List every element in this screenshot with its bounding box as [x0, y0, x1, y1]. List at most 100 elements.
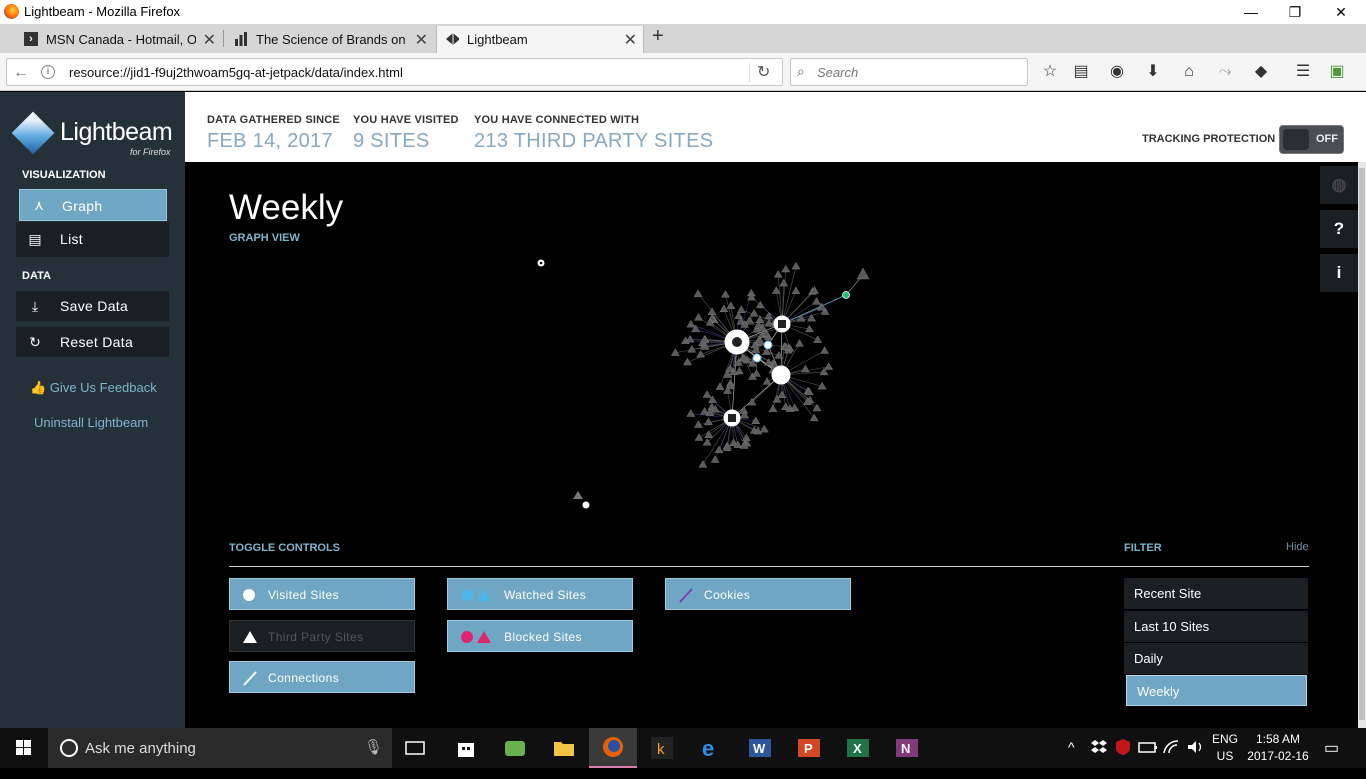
page-scrollbar[interactable]	[1358, 162, 1366, 728]
tab-msn[interactable]: › MSN Canada - Hotmail, O... ✕	[0, 26, 222, 53]
task-view-icon[interactable]	[392, 728, 440, 768]
toggle-knob	[1283, 129, 1309, 150]
home-icon[interactable]: ⌂	[1178, 62, 1200, 82]
pocket-icon[interactable]: ◉	[1106, 62, 1128, 82]
third-party-node	[792, 262, 800, 269]
share-icon[interactable]: ⤳	[1214, 62, 1236, 82]
svg-text:k: k	[657, 741, 665, 758]
toggle-third-party-sites[interactable]: Third Party Sites	[229, 620, 415, 652]
filter-recent-site[interactable]: Recent Site	[1124, 578, 1308, 609]
microphone-icon[interactable]: 🎙	[364, 738, 383, 756]
site-info-icon[interactable]: i	[41, 65, 55, 79]
help-icon[interactable]: ?	[1320, 210, 1358, 248]
feedback-label: Give Us Feedback	[50, 380, 157, 395]
logo-subtext: for Firefox	[130, 147, 171, 157]
reload-icon[interactable]: ↻	[757, 62, 770, 82]
tracking-protection-toggle[interactable]: OFF	[1279, 125, 1344, 154]
list-button[interactable]: ▤ List	[16, 222, 169, 257]
clock[interactable]: 1:58 AM 2017-02-16	[1246, 732, 1310, 772]
close-tab-icon[interactable]: ✕	[203, 30, 216, 50]
toggle-cookies[interactable]: Cookies	[665, 578, 851, 610]
filter-label: Last 10 Sites	[1134, 619, 1209, 634]
url-bar[interactable]: ← i resource://jid1-f9uj2thwoam5gq-at-je…	[6, 58, 783, 86]
new-tab-button[interactable]: +	[652, 25, 664, 48]
cloud-app-icon[interactable]	[491, 728, 539, 768]
tab-lightbeam[interactable]: Lightbeam ✕	[436, 26, 644, 53]
toggle-watched-sites[interactable]: Watched Sites	[447, 578, 633, 610]
scrollbar-thumb[interactable]	[1359, 168, 1365, 720]
toggle-blocked-sites[interactable]: Blocked Sites	[447, 620, 633, 652]
site-favicon	[728, 414, 736, 422]
volume-icon[interactable]	[1186, 739, 1206, 779]
language-indicator[interactable]: ENG US	[1212, 732, 1238, 772]
url-text[interactable]: resource://jid1-f9uj2thwoam5gq-at-jetpac…	[69, 65, 403, 80]
circle-icon	[242, 587, 256, 603]
third-party-node	[857, 268, 869, 279]
hide-link[interactable]: Hide	[1286, 541, 1309, 553]
edge-icon[interactable]: e	[688, 728, 736, 768]
back-icon[interactable]: ←	[10, 62, 32, 84]
feedback-link[interactable]: 👍 Give Us Feedback	[30, 380, 157, 396]
toggle-label: Visited Sites	[268, 588, 339, 602]
toggle-connections[interactable]: Connections	[229, 661, 415, 693]
third-party-node	[825, 363, 833, 370]
visited-site-node	[772, 366, 790, 384]
blocked-icon	[460, 629, 496, 645]
third-party-node	[782, 265, 790, 272]
dropbox-icon[interactable]	[1090, 738, 1108, 778]
line-icon	[242, 670, 258, 686]
close-tab-icon[interactable]: ✕	[624, 30, 637, 50]
kindle-icon[interactable]: k	[638, 728, 686, 768]
powerpoint-icon[interactable]: P	[785, 728, 833, 768]
visited-site-node	[753, 354, 761, 362]
save-data-button[interactable]: ⤓ Save Data	[16, 291, 169, 321]
view-title: Weekly	[229, 188, 343, 228]
firefox-taskbar-icon[interactable]	[589, 728, 637, 768]
store-icon[interactable]	[442, 728, 490, 768]
onenote-icon[interactable]: N	[883, 728, 931, 768]
excel-icon[interactable]: X	[834, 728, 882, 768]
time-text: 1:58 AM	[1246, 732, 1310, 746]
third-party-node	[699, 461, 707, 468]
wifi-icon[interactable]	[1162, 739, 1182, 779]
extension-icon[interactable]: ▣	[1326, 62, 1348, 82]
uninstall-link[interactable]: Uninstall Lightbeam	[34, 415, 148, 430]
cortana-search[interactable]: Ask me anything 🎙	[48, 728, 392, 768]
word-icon[interactable]: W	[736, 728, 784, 768]
tracking-protection-label: TRACKING PROTECTION	[1142, 133, 1275, 145]
search-box[interactable]: ⌕	[790, 58, 1028, 86]
file-explorer-icon[interactable]	[540, 728, 588, 768]
menu-icon[interactable]: ☰	[1292, 62, 1314, 82]
toggle-label: Cookies	[704, 588, 750, 602]
notifications-icon[interactable]: ▭	[1324, 738, 1339, 778]
save-label: Save Data	[60, 298, 128, 314]
star-icon[interactable]: ☆	[1039, 62, 1061, 82]
start-button[interactable]	[0, 728, 48, 768]
graph-button[interactable]: ⋏ Graph	[19, 189, 167, 221]
graph-canvas[interactable]	[185, 162, 1316, 522]
battery-icon[interactable]	[1138, 739, 1158, 779]
save-icon: ⤓	[26, 297, 44, 315]
filter-last-10-sites[interactable]: Last 10 Sites	[1124, 611, 1308, 642]
close-window-button[interactable]: ✕	[1318, 0, 1364, 24]
close-tab-icon[interactable]: ✕	[415, 30, 428, 50]
restore-button[interactable]: ❐	[1272, 0, 1318, 24]
show-hidden-icons[interactable]: ^	[1068, 739, 1075, 779]
download-icon[interactable]: ⬇	[1142, 62, 1164, 82]
since-label: DATA GATHERED SINCE	[207, 114, 340, 126]
reset-data-button[interactable]: ↻ Reset Data	[16, 327, 169, 357]
info-icon[interactable]: i	[1320, 254, 1358, 292]
cortana-text: Ask me anything	[85, 740, 196, 757]
lightbeam-toolbar-icon[interactable]: ◆	[1250, 62, 1272, 82]
toggle-visited-sites[interactable]: Visited Sites	[229, 578, 415, 610]
search-input[interactable]	[817, 63, 1017, 81]
filter-label: Daily	[1134, 651, 1163, 666]
antivirus-icon[interactable]	[1114, 738, 1132, 778]
filter-weekly[interactable]: Weekly	[1126, 675, 1307, 706]
globe-icon[interactable]: ◍	[1320, 166, 1358, 204]
minimize-button[interactable]: —	[1228, 0, 1274, 24]
svg-text:e: e	[702, 737, 714, 759]
filter-daily[interactable]: Daily	[1124, 643, 1308, 674]
tab-brands[interactable]: The Science of Brands on I... ✕	[224, 26, 434, 53]
reading-list-icon[interactable]: ▤	[1070, 62, 1092, 82]
